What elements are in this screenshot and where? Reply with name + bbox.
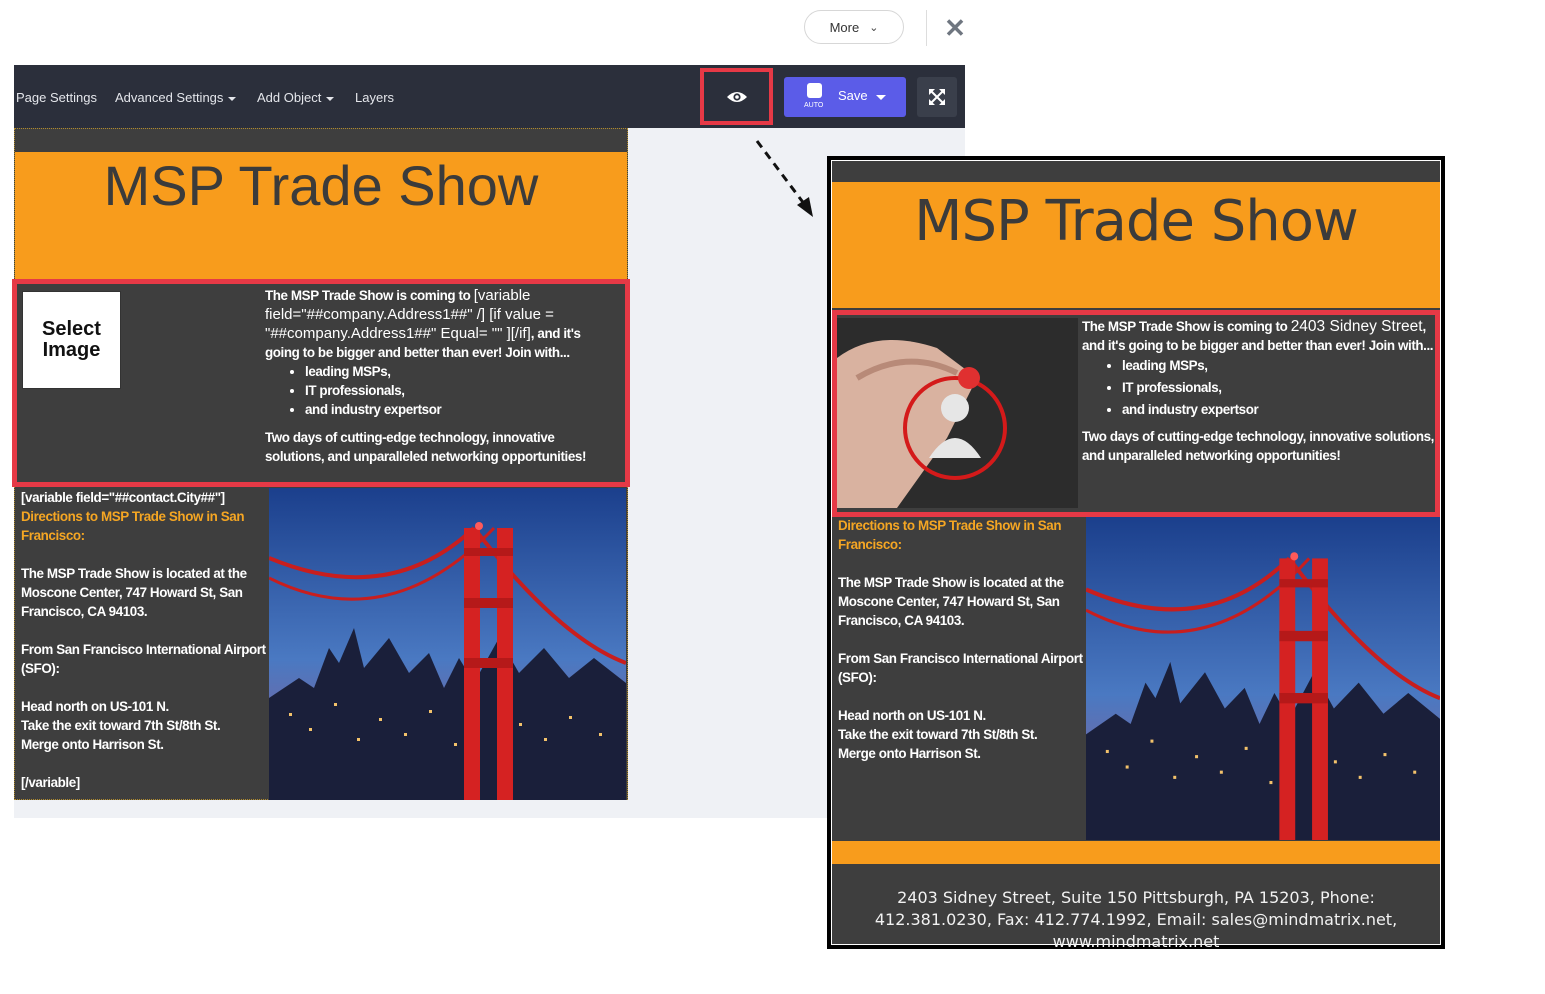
preview-section-highlight	[832, 310, 1440, 517]
save-label: Save	[838, 88, 868, 103]
menu-layers[interactable]: Layers	[355, 90, 394, 105]
location-text: The MSP Trade Show is located at the Mos…	[21, 566, 247, 619]
header-divider	[926, 10, 927, 46]
preview-directions-column: Directions to MSP Trade Show in San Fran…	[838, 516, 1083, 763]
menu-page-settings[interactable]: Page Settings	[16, 90, 97, 105]
preview-footer-text: 2403 Sidney Street, Suite 150 Pittsburgh…	[874, 888, 1398, 951]
caret-down-icon	[326, 96, 335, 101]
variable-open-tag: [variable field="##contact.City##"]	[21, 490, 225, 505]
directions-heading: Directions to MSP Trade Show in San Fran…	[21, 509, 245, 543]
preview-footer-band	[832, 841, 1440, 864]
step-2: Take the exit toward 7th St/8th St.	[21, 718, 221, 733]
more-button[interactable]: More ⌄	[804, 10, 904, 44]
save-dropdown-caret-icon[interactable]	[876, 95, 886, 100]
editor-page-title[interactable]: MSP Trade Show	[15, 150, 627, 222]
editor-section-highlight	[12, 279, 630, 487]
preview-step-1: Head north on US-101 N.	[838, 708, 986, 723]
variable-close-tag: [/variable]	[21, 775, 80, 790]
auto-save-label: AUTO	[804, 102, 824, 109]
menu-label: Add Object	[257, 90, 322, 105]
golden-gate-bridge-image[interactable]	[269, 488, 626, 800]
preview-location-text: The MSP Trade Show is located at the Mos…	[838, 575, 1064, 628]
preview-golden-gate-bridge-image	[1086, 517, 1440, 840]
chevron-down-icon: ⌄	[869, 21, 879, 34]
close-icon[interactable]: ✕	[943, 14, 967, 42]
menu-label: Layers	[355, 90, 395, 105]
preview-from-airport-text: From San Francisco International Airport…	[838, 651, 1083, 685]
preview-step-2: Take the exit toward 7th St/8th St.	[838, 727, 1038, 742]
menu-label: Page Settings	[16, 90, 97, 105]
menu-add-object[interactable]: Add Object	[257, 90, 335, 105]
preview-page-title: MSP Trade Show	[914, 189, 1359, 254]
caret-down-icon	[228, 96, 237, 101]
preview-highlight	[700, 68, 773, 125]
preview-step-3: Merge onto Harrison St.	[838, 746, 981, 761]
fullscreen-button[interactable]	[917, 77, 957, 117]
arrow-icon	[755, 140, 813, 217]
step-1: Head north on US-101 N.	[21, 699, 169, 714]
expand-icon	[929, 89, 945, 105]
menu-advanced-settings[interactable]: Advanced Settings	[115, 90, 237, 105]
auto-save-checkbox[interactable]	[807, 83, 822, 98]
from-airport-text: From San Francisco International Airport…	[21, 642, 266, 676]
editor-directions-column[interactable]: [variable field="##contact.City##"] Dire…	[21, 488, 266, 792]
menu-label: Advanced Settings	[115, 90, 224, 105]
preview-directions-heading: Directions to MSP Trade Show in San Fran…	[838, 518, 1062, 552]
more-label: More	[829, 19, 860, 35]
step-3: Merge onto Harrison St.	[21, 737, 164, 752]
